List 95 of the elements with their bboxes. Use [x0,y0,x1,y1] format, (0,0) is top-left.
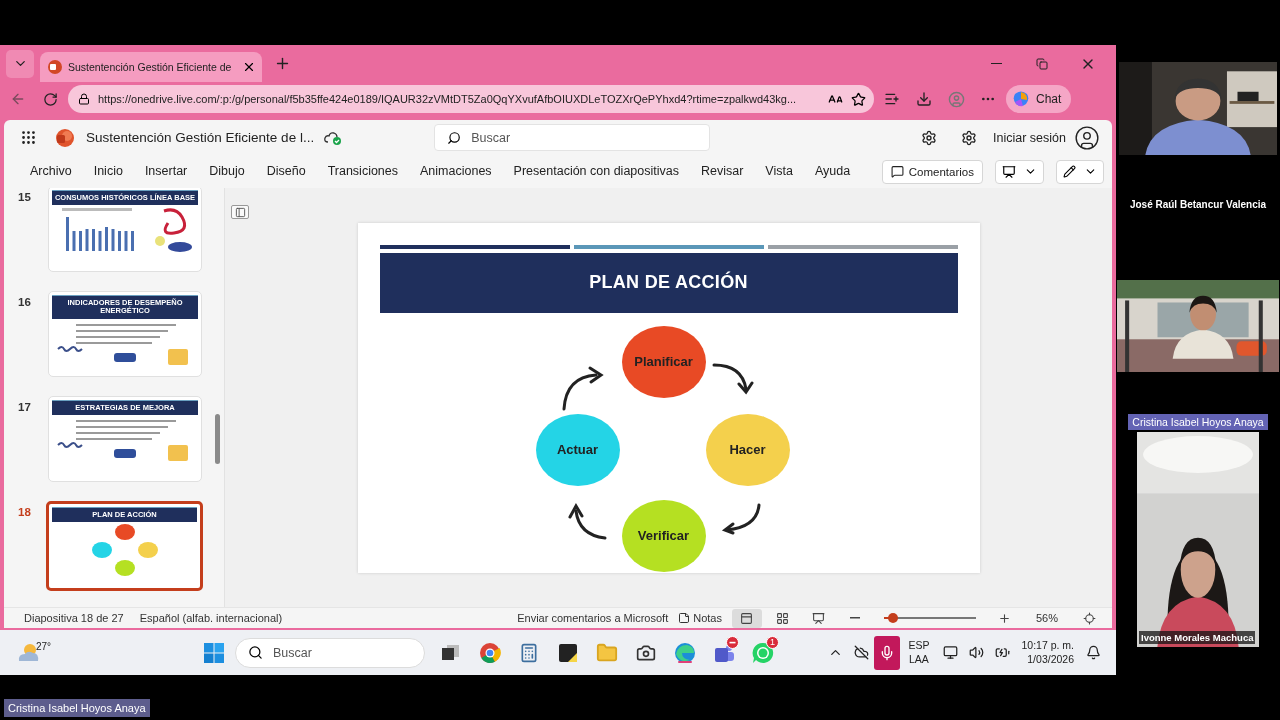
feedback-link[interactable]: Enviar comentarios a Microsoft [517,612,669,624]
normal-view-button[interactable] [731,608,762,628]
sign-in-button[interactable]: Iniciar sesión [989,124,1104,151]
star-icon[interactable] [851,91,866,107]
zoom-level: 56% [1035,612,1058,624]
tab-title: Sustentención Gestión Eficiente de [68,61,233,73]
chat-button[interactable]: Chat [1006,85,1072,113]
presentation-icon [1002,164,1016,179]
bell-icon [1085,645,1101,660]
microphone-button[interactable] [874,635,901,670]
reload-icon [42,91,58,107]
grid-icon [776,611,790,625]
lock-icon [78,93,90,105]
chrome-logo-icon [479,641,501,664]
slide-number: 16 [18,296,32,308]
ribbon-tab[interactable]: Presentación con diapositivas [504,157,688,186]
edge-logo-icon [674,641,696,664]
notification-count: 1 [766,635,779,649]
close-icon[interactable] [242,60,256,74]
copilot-icon [1012,90,1030,108]
slide-number: 15 [18,191,32,203]
ribbon-tab[interactable]: Ayuda [805,157,860,186]
slide-number: 18 [18,506,32,518]
minus-icon [849,617,860,619]
cycle-step: Planificar [621,325,706,398]
document-title: Sustentención Gestión Eficiente de l... [86,130,315,145]
plus-icon [998,611,1012,625]
ribbon-tab[interactable]: Transiciones [318,157,408,186]
edit-mode-button[interactable] [1056,159,1104,184]
participant-name: Cristina Isabel Hoyos Anaya [1128,414,1268,430]
search-icon [447,130,462,145]
address-field[interactable]: https://onedrive.live.com/:p:/g/personal/f5b35ffe424e0189/IQAUR32zVMtDT5Za0QqYXvufAfbOIUXDLeTOZXrQePYhxd4?rtime=zpalkwd43kg... [68,85,874,113]
presenter-label: Cristina Isabel Hoyos Anaya [4,699,150,717]
slide-number: 17 [18,401,32,413]
minimize-icon [990,62,1002,65]
whatsapp-button[interactable]: 1 [745,633,781,672]
notes-button[interactable]: Notas [674,612,726,624]
battery-icon [994,645,1010,660]
cloud-off-icon [853,645,869,660]
ribbon-tab[interactable]: Animaciones [411,157,501,186]
powerpoint-logo-icon [56,128,74,147]
avatar-icon [947,90,965,108]
ribbon-tab[interactable]: Dibujo [200,157,254,186]
grid-dots-icon [19,129,37,146]
crosshair-icon [1082,611,1096,625]
clock-button[interactable]: 10:17 p. m. 1/03/2026 [1021,638,1074,667]
speaker-icon [968,645,984,660]
present-button[interactable] [995,159,1044,184]
cycle-step: Actuar [535,413,620,486]
participant-name: Ivonne Morales Machuca [1139,631,1256,644]
curved-arrow-icon [566,502,607,540]
slide-counter: Diapositiva 18 de 27 [24,612,124,624]
cloud-saved-icon [324,129,343,146]
task-view-icon [442,644,460,661]
zoom-thumb[interactable] [888,613,899,623]
ribbon-tab[interactable]: Vista [756,157,802,186]
busy-badge-icon [726,635,739,649]
ribbon-tab[interactable]: Diseño [257,157,315,186]
comments-button[interactable]: Comentarios [881,159,983,184]
ribbon-tab[interactable]: Revisar [692,157,753,186]
panel-icon [234,206,246,218]
cycle-step: Hacer [705,413,790,486]
panel-icon [740,611,754,625]
list-plus-icon [884,91,900,107]
scrollbar-thumb[interactable] [215,414,220,464]
language-status[interactable]: Español (alfab. internacional) [139,612,283,624]
input-language-button[interactable]: ESP LAA [908,639,930,666]
pencil-icon [1063,165,1076,178]
ribbon-tab[interactable]: Inicio [84,157,132,186]
collapse-pane-button[interactable] [231,205,249,219]
whatsapp-logo-icon [752,641,774,664]
powerpoint-logo-icon [48,60,62,74]
search-field[interactable]: Buscar [434,124,711,151]
note-icon [678,612,691,624]
download-icon [916,91,932,107]
browser-tab[interactable]: Sustentención Gestión Eficiente de [40,52,262,82]
cycle-step: Verificar [621,499,706,572]
avatar-icon [1074,124,1100,151]
monitor-icon [942,645,958,660]
comment-icon [890,165,904,178]
temperature: 27° [36,640,52,652]
search-icon [248,645,263,660]
windows-logo-icon [204,642,224,663]
sticky-note-icon [558,642,578,663]
slide-title: PLAN DE ACCIÓN [589,272,748,293]
presentation-icon [812,611,826,625]
calculator-icon [519,642,539,663]
folder-icon [596,641,618,664]
restore-icon [1036,57,1048,70]
gear-icon [921,129,938,146]
taskbar-search-field[interactable]: Buscar [235,637,425,668]
gear-icon [961,129,978,146]
ribbon-tab[interactable]: Insertar [135,157,197,186]
participant-name: José Raúl Betancur Valencia [1129,199,1267,212]
ribbon-tab[interactable]: Archivo [21,157,81,186]
